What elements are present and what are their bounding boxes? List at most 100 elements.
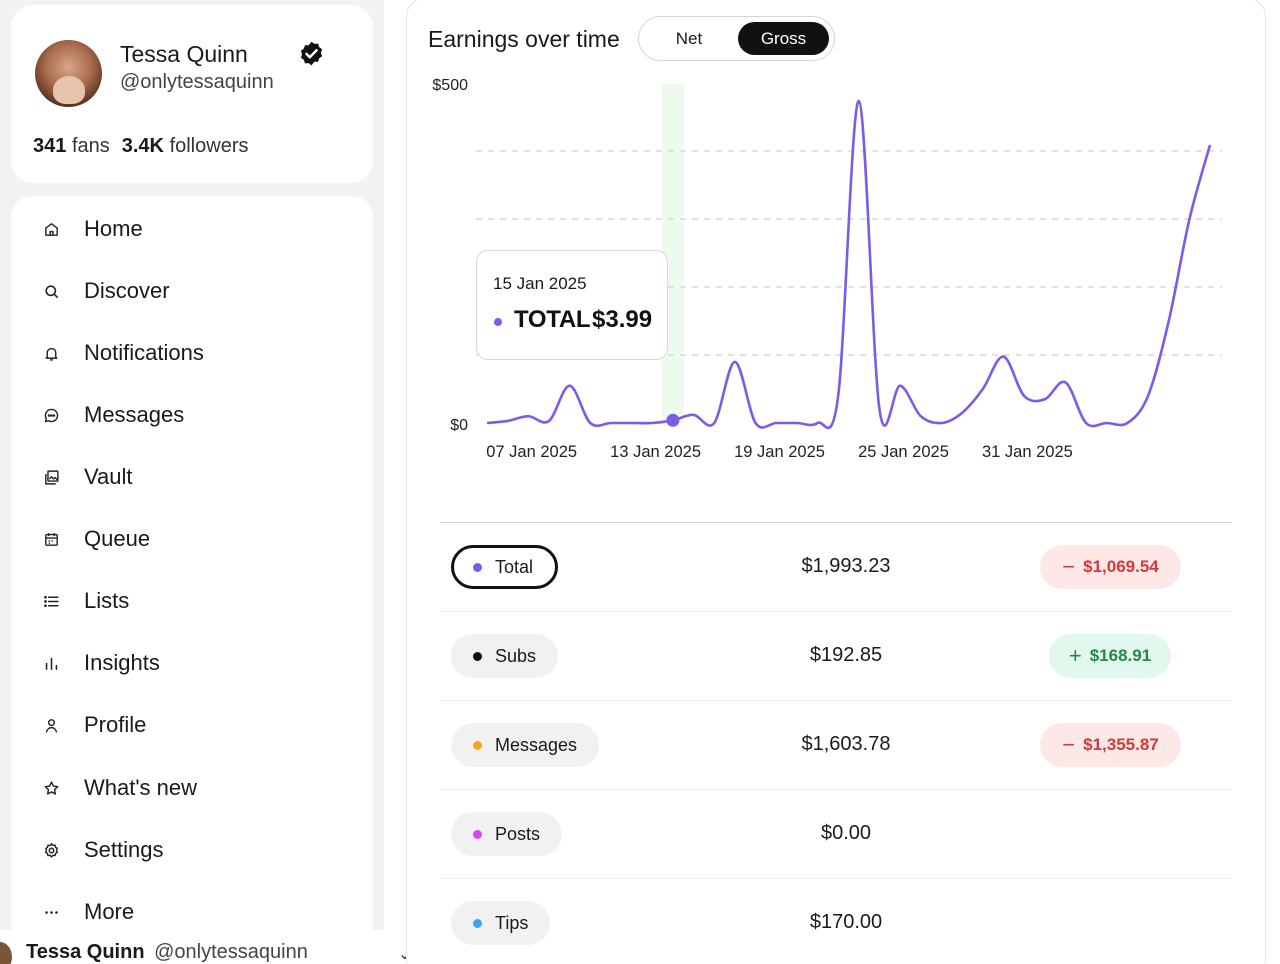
bell-icon <box>33 342 73 364</box>
category-label: Posts <box>495 823 541 844</box>
net-gross-toggle[interactable]: Net Gross <box>638 16 835 61</box>
nav-label: Lists <box>84 588 130 613</box>
profile-card: Tessa Quinn @onlytessaquinn 341 fans 3.4K… <box>11 5 373 183</box>
more-icon <box>33 901 73 923</box>
category-amount: $0.00 <box>820 822 872 844</box>
nav-item-queue[interactable]: Queue <box>33 515 353 563</box>
tooltip-series-dot <box>494 318 502 326</box>
nav-label: More <box>84 899 135 924</box>
account-handle: @onlytessaquinn <box>154 941 308 963</box>
avatar <box>0 942 12 964</box>
change-value: $1,355.87 <box>1083 735 1159 754</box>
nav-label: Messages <box>84 402 185 427</box>
plus-icon: + <box>1068 643 1082 668</box>
category-label: Messages <box>495 734 578 755</box>
change-badge: − $1,069.54 <box>1040 545 1181 589</box>
x-tick-label: 19 Jan 2025 <box>734 443 825 461</box>
category-pill-messages[interactable]: Messages <box>451 723 600 767</box>
search-icon <box>33 280 73 302</box>
nav-item-more[interactable]: More <box>33 888 353 936</box>
chart-tooltip: 15 Jan 2025 TOTAL $3.99 <box>476 250 668 360</box>
tooltip-label: TOTAL <box>514 306 591 333</box>
category-dot <box>473 651 482 661</box>
chat-icon <box>33 404 73 426</box>
category-label: Subs <box>495 645 537 666</box>
tooltip-value: $3.99 <box>592 306 653 333</box>
nav-label: Vault <box>84 464 133 489</box>
avatar[interactable] <box>35 40 102 107</box>
x-tick-label: 31 Jan 2025 <box>982 443 1073 461</box>
change-value: $168.91 <box>1089 646 1152 665</box>
account-switcher[interactable]: Tessa Quinn @onlytessaquinn ⌄ <box>0 930 420 964</box>
calendar-icon <box>33 528 73 550</box>
category-dot <box>473 918 482 928</box>
change-value: $1,069.54 <box>1083 557 1159 576</box>
nav-item-insights[interactable]: Insights <box>33 639 353 687</box>
category-dot <box>473 740 482 750</box>
row-divider <box>440 789 1232 790</box>
x-tick-label: 13 Jan 2025 <box>610 443 701 461</box>
profile-stats: 341 fans 3.4K followers <box>33 135 248 158</box>
minus-icon: − <box>1062 732 1076 757</box>
category-pill-posts[interactable]: Posts <box>451 812 563 856</box>
hover-point[interactable] <box>666 413 680 427</box>
row-divider <box>440 878 1232 879</box>
nav-item-notifications[interactable]: Notifications <box>33 329 353 377</box>
category-label: Total <box>495 556 534 577</box>
nav-label: Profile <box>84 712 147 737</box>
star-icon <box>33 777 73 799</box>
category-dot <box>473 562 482 572</box>
category-pill-total[interactable]: Total <box>451 545 559 589</box>
nav-item-settings[interactable]: Settings <box>33 826 353 874</box>
chart-title: Earnings over time <box>428 26 620 52</box>
category-pill-tips[interactable]: Tips <box>451 901 551 945</box>
account-name: Tessa Quinn <box>26 941 145 963</box>
bar-chart-icon <box>33 652 73 674</box>
tooltip-date: 15 Jan 2025 <box>493 274 587 293</box>
nav-item-discover[interactable]: Discover <box>33 267 353 315</box>
nav-label: What's new <box>84 775 198 800</box>
followers-count: 3.4K <box>121 135 164 157</box>
list-icon <box>33 590 73 612</box>
toggle-net-button[interactable]: Net <box>645 22 733 55</box>
nav-item-profile[interactable]: Profile <box>33 701 353 749</box>
nav-label: Notifications <box>84 340 204 365</box>
nav-item-whats-new[interactable]: What's new <box>33 764 353 812</box>
y-tick-label: $500 <box>432 77 468 94</box>
nav-menu: Home Discover Notifications Messages Vau… <box>11 196 373 936</box>
category-pill-subs[interactable]: Subs <box>451 634 559 678</box>
category-label: Tips <box>495 912 529 933</box>
row-divider <box>440 700 1232 701</box>
nav-label: Settings <box>84 837 164 862</box>
toggle-gross-button[interactable]: Gross <box>738 22 829 55</box>
nav-label: Insights <box>84 650 160 675</box>
nav-label: Discover <box>84 278 170 303</box>
nav-item-messages[interactable]: Messages <box>33 391 353 439</box>
nav-label: Home <box>84 216 143 241</box>
followers-label: followers <box>169 135 249 157</box>
category-dot <box>473 829 482 839</box>
table-divider <box>440 522 1232 523</box>
account-label: Tessa Quinn @onlytessaquinn <box>26 941 308 964</box>
category-amount: $1,603.78 <box>801 733 891 755</box>
fans-count: 341 <box>33 135 67 157</box>
category-amount: $192.85 <box>809 644 883 666</box>
nav-item-vault[interactable]: Vault <box>33 453 353 501</box>
change-badge: + $168.91 <box>1049 634 1171 678</box>
nav-label: Queue <box>84 526 151 551</box>
home-icon <box>33 218 73 240</box>
row-divider <box>440 611 1232 612</box>
profile-handle[interactable]: @onlytessaquinn <box>120 71 274 94</box>
verified-badge-icon <box>300 41 323 66</box>
minus-icon: − <box>1062 554 1076 579</box>
fans-label: fans <box>71 135 110 157</box>
vault-icon <box>33 466 73 488</box>
profile-name[interactable]: Tessa Quinn <box>120 41 248 68</box>
x-tick-label: 07 Jan 2025 <box>486 443 577 461</box>
category-amount: $1,993.23 <box>801 555 891 577</box>
y-tick-label: $0 <box>450 417 468 434</box>
nav-item-lists[interactable]: Lists <box>33 577 353 625</box>
user-icon <box>33 714 73 736</box>
nav-item-home[interactable]: Home <box>33 205 353 253</box>
gear-icon <box>33 839 73 861</box>
